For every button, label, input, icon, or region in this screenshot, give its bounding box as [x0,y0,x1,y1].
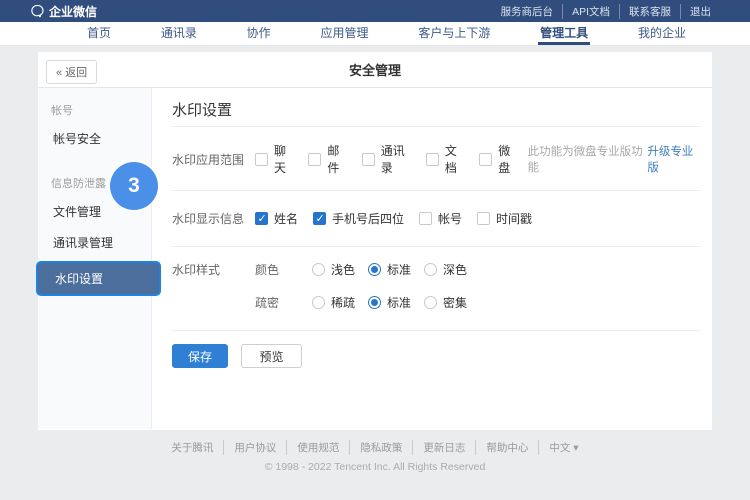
checkbox-contacts[interactable]: 通讯录 [362,142,411,176]
watermark-info-row: 水印显示信息 姓名 手机号后四位 帐号 [172,191,700,247]
save-button[interactable]: 保存 [172,344,228,368]
checkbox-icon [362,153,375,166]
topbar-links: 服务商后台 API文档 联系客服 退出 [492,4,720,19]
security-management-panel: « 返回 安全管理 帐号 帐号安全 信息防泄露 文件管理 通讯录管理 水印设置 … [38,52,712,430]
radio-icon [424,296,437,309]
upgrade-pro-link[interactable]: 升级专业版 [647,143,700,175]
radio-icon [312,296,325,309]
panel-header: « 返回 安全管理 [38,52,712,88]
action-buttons: 保存 预览 [172,331,700,368]
radio-icon [312,263,325,276]
topbar-link-provider-console[interactable]: 服务商后台 [492,4,563,19]
checkbox-icon [479,153,492,166]
sidebar-item-account-security[interactable]: 帐号安全 [38,123,151,154]
main-nav: 首页 通讯录 协作 应用管理 客户与上下游 管理工具 我的企业 [0,22,750,46]
radio-density-sparse[interactable]: 稀疏 [312,294,355,311]
radio-color-light[interactable]: 浅色 [312,261,355,278]
topbar: 企业微信 服务商后台 API文档 联系客服 退出 [0,0,750,22]
annotation-step-badge: 3 [110,162,158,210]
checkbox-icon [308,153,321,166]
checkbox-icon [477,212,490,225]
topbar-link-api-docs[interactable]: API文档 [562,4,619,19]
checkbox-icon [255,153,268,166]
sidebar-section-account: 帐号 [38,93,151,123]
topbar-link-logout[interactable]: 退出 [680,4,720,19]
settings-sidebar: 帐号 帐号安全 信息防泄露 文件管理 通讯录管理 水印设置 [38,88,152,429]
brand-name: 企业微信 [49,3,97,20]
back-button[interactable]: « 返回 [46,60,97,84]
checkbox-drive[interactable]: 微盘 [479,142,517,176]
style-color-line: 颜色 浅色 标准 深色 [255,261,467,278]
footer-link-usage-rules[interactable]: 使用规范 [286,440,349,455]
nav-item-app-management[interactable]: 应用管理 [318,22,370,45]
info-label: 水印显示信息 [172,210,255,227]
checkbox-checked-icon [313,212,326,225]
footer-link-about-tencent[interactable]: 关于腾讯 [161,440,223,455]
style-density-line: 疏密 稀疏 标准 密集 [255,294,467,311]
checkbox-timestamp[interactable]: 时间戳 [477,210,532,227]
checkbox-name[interactable]: 姓名 [255,210,298,227]
style-label: 水印样式 [172,261,255,278]
drive-pro-hint: 此功能为微盘专业版功能 [528,143,644,175]
radio-density-standard[interactable]: 标准 [368,294,411,311]
radio-selected-icon [368,296,381,309]
checkbox-mail[interactable]: 邮件 [308,142,346,176]
footer-link-user-agreement[interactable]: 用户协议 [223,440,286,455]
topbar-link-contact-support[interactable]: 联系客服 [619,4,680,19]
density-label: 疏密 [255,294,312,311]
color-label: 颜色 [255,261,312,278]
preview-button[interactable]: 预览 [241,344,302,368]
watermark-scope-row: 水印应用范围 聊天 邮件 通讯录 [172,127,700,191]
nav-item-customers[interactable]: 客户与上下游 [416,22,492,45]
wecom-logo-icon [30,4,44,18]
checkbox-icon [426,153,439,166]
footer-link-help-center[interactable]: 帮助中心 [475,440,538,455]
footer-links: 关于腾讯 用户协议 使用规范 隐私政策 更新日志 帮助中心 中文 ▾ [0,440,750,455]
page-footer: 关于腾讯 用户协议 使用规范 隐私政策 更新日志 帮助中心 中文 ▾ © 199… [0,440,750,473]
checkbox-docs[interactable]: 文档 [426,142,464,176]
brand[interactable]: 企业微信 [30,3,97,20]
checkbox-icon [419,212,432,225]
nav-item-home[interactable]: 首页 [85,22,113,45]
checkbox-checked-icon [255,212,268,225]
footer-link-privacy-policy[interactable]: 隐私政策 [349,440,412,455]
panel-title: 安全管理 [349,60,401,79]
radio-icon [424,263,437,276]
watermark-style-row: 水印样式 颜色 浅色 标准 [172,247,700,331]
copyright-text: © 1998 - 2022 Tencent Inc. All Rights Re… [0,461,750,473]
footer-language-selector[interactable]: 中文 ▾ [538,440,588,455]
nav-item-contacts[interactable]: 通讯录 [159,22,199,45]
watermark-settings-content: 水印设置 水印应用范围 聊天 邮件 通讯录 [152,88,712,429]
radio-color-dark[interactable]: 深色 [424,261,467,278]
page-title: 水印设置 [172,88,700,127]
checkbox-chat[interactable]: 聊天 [255,142,293,176]
radio-color-standard[interactable]: 标准 [368,261,411,278]
radio-density-dense[interactable]: 密集 [424,294,467,311]
footer-link-changelog[interactable]: 更新日志 [412,440,475,455]
nav-item-collaboration[interactable]: 协作 [245,22,273,45]
radio-selected-icon [368,263,381,276]
checkbox-phone-last4[interactable]: 手机号后四位 [313,210,404,227]
sidebar-item-watermark-settings[interactable]: 水印设置 [36,261,161,296]
nav-item-my-enterprise[interactable]: 我的企业 [636,22,688,45]
nav-item-admin-tools[interactable]: 管理工具 [538,22,590,45]
checkbox-account[interactable]: 帐号 [419,210,462,227]
scope-label: 水印应用范围 [172,151,255,168]
sidebar-item-contacts-management[interactable]: 通讯录管理 [38,227,151,258]
